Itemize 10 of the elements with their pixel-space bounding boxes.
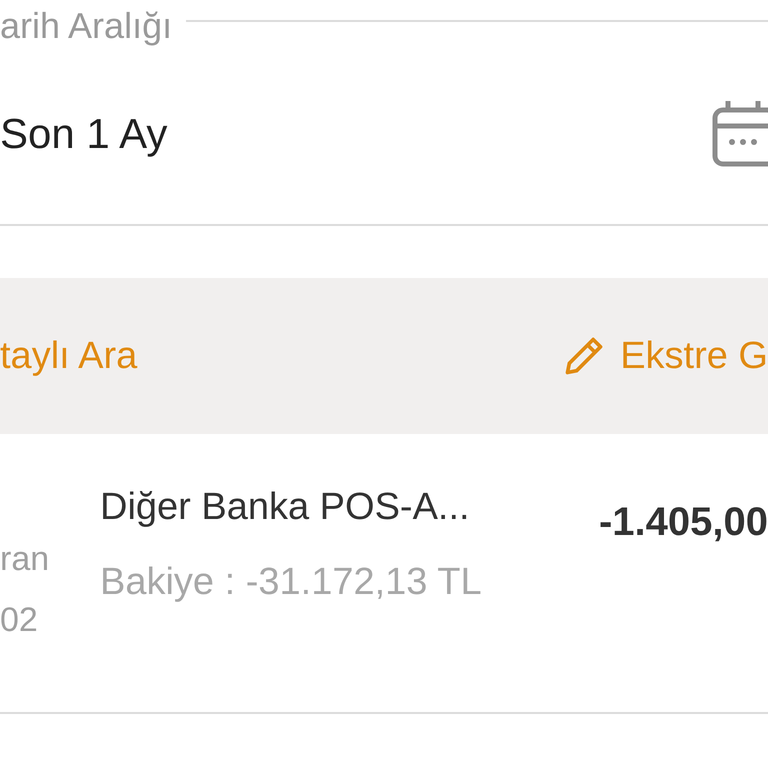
field-legend: arih Aralığı xyxy=(0,5,172,47)
date-range-field[interactable]: arih Aralığı Son 1 Ay xyxy=(0,0,768,226)
statement-link[interactable]: Ekstre G xyxy=(562,334,768,378)
transaction-year: 02 xyxy=(0,601,39,640)
balance-text: Bakiye : -31.172,13 TL xyxy=(100,561,483,604)
transaction-description: Diğer Banka POS-A... xyxy=(100,486,471,529)
detailed-search-link[interactable]: taylı Ara xyxy=(0,334,138,378)
date-range-value: Son 1 Ay xyxy=(0,110,168,158)
transaction-amount: -1.405,00 xyxy=(598,499,768,546)
transaction-date: ran xyxy=(0,540,50,579)
